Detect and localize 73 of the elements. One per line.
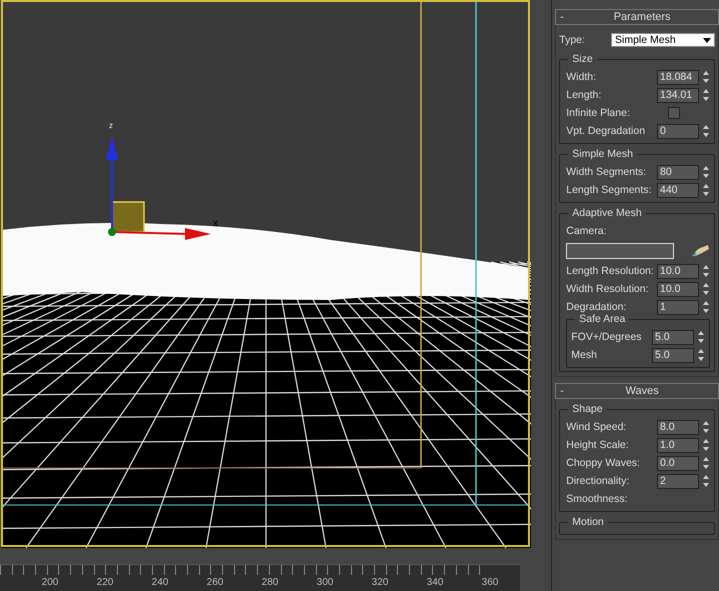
checkbox[interactable] — [668, 107, 680, 119]
spinner-field[interactable]: 1 — [657, 300, 699, 314]
spinner-arrows-icon[interactable] — [702, 438, 710, 452]
group-title: Shape — [568, 403, 607, 415]
spinner-field[interactable]: 5.0 — [652, 330, 694, 344]
spinner-field[interactable]: 2 — [657, 474, 699, 488]
parameter-label: FOV+/Degrees — [571, 331, 642, 343]
ruler-label: 220 — [96, 577, 114, 588]
dropdown-arrow-icon — [703, 38, 711, 42]
spinner-field[interactable]: 8.0 — [657, 420, 699, 434]
rollout-header[interactable]: - Waves — [555, 383, 719, 399]
spinner-arrows-icon[interactable] — [702, 124, 710, 138]
x-axis-label: x — [213, 218, 218, 229]
camera-picker-field[interactable] — [566, 243, 674, 259]
spinner-field[interactable]: 5.0 — [652, 348, 694, 362]
ruler-label: 320 — [372, 577, 388, 588]
parameter-label: Width: — [566, 71, 596, 83]
spinner-field[interactable]: 18.084 — [657, 70, 699, 84]
parameter-label: Width Segments: — [566, 166, 646, 178]
z-axis-label: z — [109, 121, 113, 130]
transform-gizmo-drawing[interactable] — [106, 136, 211, 240]
group-title: Size — [568, 53, 597, 65]
parameter-label: Length Segments: — [566, 184, 652, 196]
spinner-arrows-icon[interactable] — [697, 330, 705, 344]
parameter-label: Length: — [566, 89, 602, 101]
ruler-label: 200 — [42, 577, 58, 588]
type-dropdown[interactable]: Simple Mesh — [611, 33, 715, 47]
group-title: Motion — [568, 516, 608, 528]
time-ruler[interactable]: 200 220 240 260 280 300 320 340 360 — [0, 564, 520, 591]
parameter-label: Length Resolution: — [566, 265, 654, 277]
spinner-arrows-icon[interactable] — [702, 300, 710, 314]
group-title: Adaptive Mesh — [568, 207, 646, 219]
spinner-arrows-icon[interactable] — [702, 456, 710, 470]
spinner-field[interactable]: 1.0 — [657, 438, 699, 452]
camera-label: Camera: — [566, 225, 606, 237]
spinner-arrows-icon[interactable] — [702, 282, 710, 296]
parameter-label: Height Scale: — [566, 439, 629, 451]
group-title: Safe Area — [575, 313, 630, 325]
parameter-label: Directionality: — [566, 475, 630, 487]
spinner-arrows-icon[interactable] — [702, 88, 710, 102]
parameter-label: Degradation: — [566, 301, 626, 313]
spinner-field[interactable]: 134.01 — [657, 88, 699, 102]
ruler-label: 360 — [482, 577, 498, 588]
ruler-label: 240 — [152, 577, 168, 588]
spinner-arrows-icon[interactable] — [697, 348, 705, 362]
spinner-field[interactable]: 440 — [657, 182, 699, 198]
spinner-arrows-icon[interactable] — [702, 183, 710, 197]
spinner-field[interactable]: 10.0 — [657, 282, 699, 296]
spinner-arrows-icon[interactable] — [702, 420, 710, 434]
spinner-field[interactable]: 0.0 — [657, 456, 699, 470]
rollout-header[interactable]: - Parameters — [555, 9, 719, 25]
ruler-label: 340 — [426, 577, 444, 588]
spinner-field[interactable]: 80 — [657, 164, 699, 180]
spinner-arrows-icon[interactable] — [702, 70, 710, 84]
type-label: Type: — [559, 34, 585, 46]
pointing-hand-icon[interactable] — [690, 244, 710, 258]
spinner-field[interactable]: 10.0 — [657, 264, 699, 278]
parameter-label: Wind Speed: — [566, 421, 626, 433]
parameter-label: Smoothness: — [566, 493, 628, 505]
spinner-arrows-icon[interactable] — [702, 474, 710, 488]
group-title: Simple Mesh — [568, 148, 637, 160]
parameter-label: Vpt. Degradation — [566, 125, 646, 137]
ruler-label: 280 — [262, 577, 278, 588]
parameter-label: Choppy Waves: — [566, 457, 640, 469]
spinner-field[interactable]: 0 — [657, 124, 699, 138]
ruler-label: 300 — [316, 577, 334, 588]
spinner-arrows-icon[interactable] — [702, 264, 710, 278]
parameter-label: Width Resolution: — [566, 283, 649, 295]
parameter-label: Mesh — [571, 349, 597, 361]
spinner-arrows-icon[interactable] — [702, 165, 710, 179]
ruler-label: 260 — [206, 577, 224, 588]
perspective-viewport[interactable]: z x — [1, 0, 531, 548]
parameter-label: Infinite Plane: — [566, 107, 630, 119]
